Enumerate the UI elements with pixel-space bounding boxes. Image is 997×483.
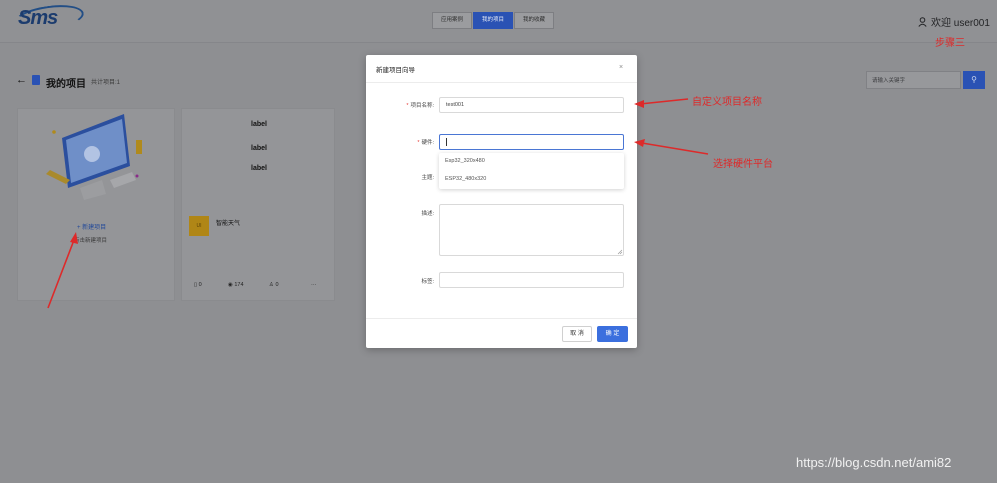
annotation-custom-name: 自定义项目名称 [692,97,762,108]
annotation-choose-hardware: 选择硬件平台 [713,159,773,170]
watermark: https://blog.csdn.net/ami82 [796,455,952,470]
annotation-arrows [47,98,709,309]
